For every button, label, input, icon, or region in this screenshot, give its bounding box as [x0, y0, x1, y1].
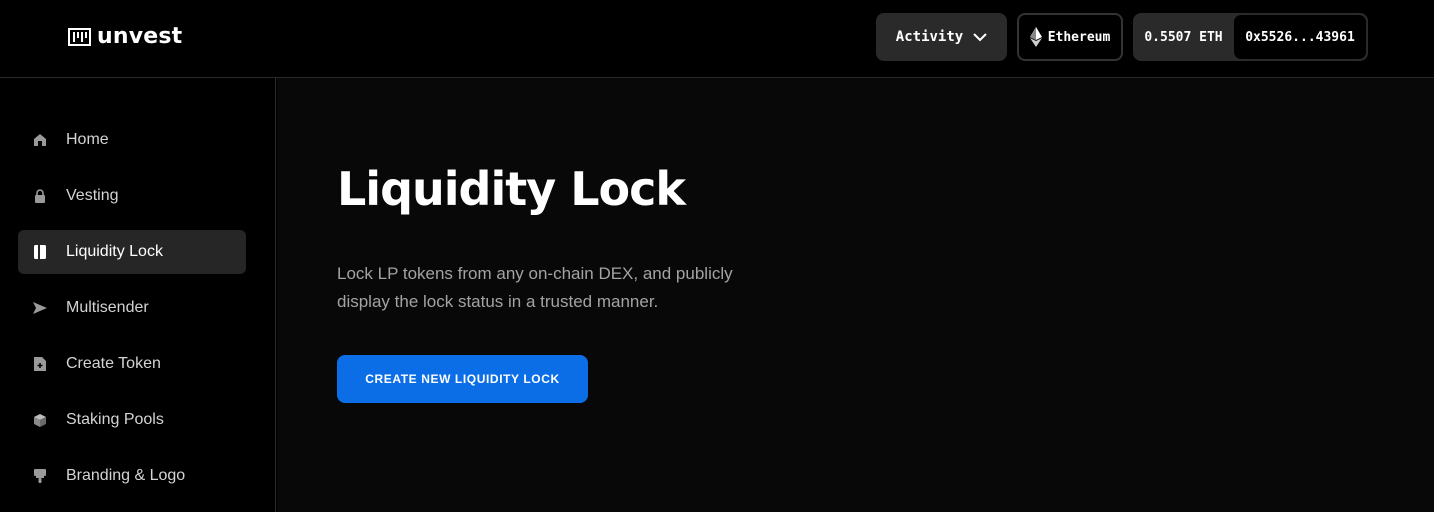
- activity-label: Activity: [895, 29, 964, 45]
- sidebar: Home Vesting Liquidity Lock Multisender …: [0, 78, 276, 512]
- ethereum-icon: [1029, 27, 1042, 47]
- sidebar-item-home[interactable]: Home: [18, 118, 246, 162]
- brand-logo[interactable]: unvest: [68, 24, 182, 50]
- wallet-account-button[interactable]: 0.5507 ETH 0x5526...43961: [1133, 13, 1368, 61]
- unvest-logo-icon: [68, 28, 91, 46]
- send-icon: [32, 300, 48, 316]
- page-title: Liquidity Lock: [337, 162, 686, 216]
- create-new-liquidity-lock-button[interactable]: CREATE NEW LIQUIDITY LOCK: [337, 355, 588, 403]
- activity-dropdown-button[interactable]: Activity: [876, 13, 1007, 61]
- main-content: Liquidity Lock Lock LP tokens from any o…: [277, 78, 1434, 512]
- sidebar-item-label: Staking Pools: [66, 411, 164, 428]
- staking-cube-icon: [32, 412, 48, 428]
- network-selector-button[interactable]: Ethereum: [1017, 13, 1123, 61]
- network-label: Ethereum: [1047, 29, 1111, 45]
- sidebar-item-label: Home: [66, 131, 109, 148]
- sidebar-item-label: Multisender: [66, 299, 149, 316]
- lock-icon: [32, 188, 48, 204]
- brand-name: unvest: [97, 24, 183, 49]
- top-header: unvest Activity Ethereum 0.5507 ETH 0x55…: [0, 0, 1434, 78]
- sidebar-item-label: Branding & Logo: [66, 467, 186, 484]
- sidebar-item-label: Vesting: [66, 187, 119, 204]
- sidebar-item-multisender[interactable]: Multisender: [18, 286, 246, 330]
- page-description: Lock LP tokens from any on-chain DEX, an…: [337, 264, 733, 311]
- home-icon: [32, 132, 48, 148]
- create-token-icon: [32, 356, 48, 372]
- sidebar-item-label: Liquidity Lock: [66, 243, 163, 260]
- wallet-balance: 0.5507 ETH: [1144, 29, 1223, 45]
- wallet-address: 0x5526...43961: [1234, 15, 1366, 59]
- sidebar-item-vesting[interactable]: Vesting: [18, 174, 246, 218]
- sidebar-item-create-token[interactable]: Create Token: [18, 342, 246, 386]
- sidebar-item-branding-logo[interactable]: Branding & Logo: [18, 454, 246, 498]
- sidebar-item-liquidity-lock[interactable]: Liquidity Lock: [18, 230, 246, 274]
- chevron-down-icon: [973, 32, 987, 41]
- sidebar-item-staking-pools[interactable]: Staking Pools: [18, 398, 246, 442]
- liquidity-lock-icon: [32, 244, 48, 260]
- sidebar-item-label: Create Token: [66, 355, 161, 372]
- brush-icon: [32, 468, 48, 484]
